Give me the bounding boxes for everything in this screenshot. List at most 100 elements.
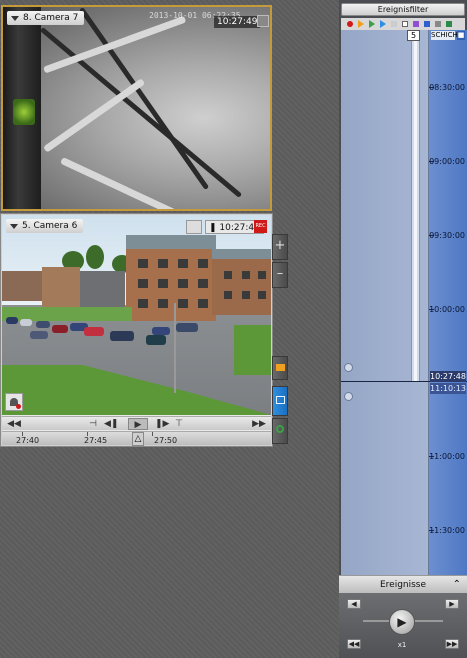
screen-button[interactable] [272, 386, 288, 416]
timeline-cursor-icon[interactable]: △ [132, 432, 144, 446]
scene-window [138, 299, 148, 308]
time-label: 11:00:00 [429, 452, 465, 461]
current-time-label: 10:27:48 [430, 371, 466, 382]
scene-building [80, 271, 125, 307]
timeline-label: 27:50 [154, 436, 178, 445]
blue-icon[interactable] [424, 21, 430, 27]
scene-window [158, 259, 168, 268]
step-forward-frame-icon[interactable]: ⊤ [172, 418, 186, 430]
scene-window [242, 291, 250, 299]
search-icon [276, 425, 284, 433]
scene-car [6, 317, 18, 324]
camera-6-timeline[interactable]: 27:40 27:45 27:50 △ [2, 431, 271, 446]
camera-6-title-text: 5. Camera 6 [22, 221, 78, 231]
step-forward-icon[interactable]: ❚▶ [155, 418, 169, 430]
rewind-icon[interactable]: ◀◀ [347, 639, 361, 649]
dropdown-arrow-icon [10, 224, 18, 229]
fast-forward-icon[interactable]: ▶▶ [252, 418, 266, 430]
scene-car [146, 335, 166, 345]
time-label: 08:30:00 [429, 83, 465, 92]
play-icon[interactable]: ▶ [389, 609, 415, 635]
events-section-header[interactable]: Ereignisse ⌃ [339, 575, 467, 593]
orange-play-icon[interactable] [358, 20, 364, 28]
zoom-out-button[interactable]: – [272, 262, 288, 288]
timeline-tick [152, 432, 153, 436]
orange-monitor-icon [276, 364, 285, 371]
event-player: ◀ ▶ ▶ ◀◀ ▶▶ x1 [339, 593, 467, 658]
speed-label: x1 [397, 641, 407, 649]
play-icon[interactable]: ▶ [128, 418, 148, 430]
forward-icon[interactable]: ▶▶ [445, 639, 459, 649]
red-dot-icon[interactable] [347, 21, 353, 27]
prev-event-icon[interactable]: ◀ [347, 599, 361, 609]
timeline-label: 27:45 [84, 436, 108, 445]
scene-grass [234, 325, 271, 375]
time-label: 09:30:00 [429, 231, 465, 240]
scene-car [84, 327, 104, 336]
schicht-badge: SCHICHT [431, 31, 463, 40]
filter-toolbar [341, 18, 465, 30]
playback-controls: ◀◀ ⊣ ◀❚ ▶ ❚▶ ⊤ ▶▶ [2, 416, 271, 430]
collapse-icon[interactable]: ⌃ [453, 576, 461, 594]
camera-7-title-text: 8. Camera 7 [23, 13, 79, 23]
camera-7-scene-cable [43, 78, 146, 153]
monitor-button[interactable] [272, 356, 288, 380]
white-square-icon[interactable] [402, 21, 408, 27]
camera-7-time: 10:27:49 [214, 16, 261, 28]
scene-window [258, 291, 266, 299]
camera-7-menu-button[interactable] [257, 15, 269, 27]
secondary-time-label: 11:10:13 [430, 383, 466, 394]
scene-car [152, 327, 170, 335]
scene-window [178, 279, 188, 288]
camera-7-scene-cable [39, 27, 243, 198]
green-square-icon[interactable] [446, 21, 452, 27]
time-label: 09:00:00 [429, 157, 465, 166]
purple-icon[interactable] [413, 21, 419, 27]
scene-window [138, 279, 148, 288]
camera-7-view[interactable]: 8. Camera 7 2013-10-01 06:22:35 10:27:49 [1, 5, 272, 211]
timeline-label: 27:40 [16, 436, 40, 445]
rewind-icon[interactable]: ◀◀ [7, 418, 21, 430]
next-event-icon[interactable]: ▶ [445, 599, 459, 609]
camera-6-scene [2, 215, 271, 415]
scene-window [258, 271, 266, 279]
event-panel: Ereignisfilter 5 SCHICHT ■ 08:30:00 09:0… [339, 0, 467, 658]
camera-6-switch-icon[interactable] [186, 220, 202, 234]
scene-car [20, 319, 32, 326]
event-scrollbar[interactable] [411, 30, 420, 382]
scene-window [178, 259, 188, 268]
collapse-circle-icon[interactable] [344, 392, 353, 401]
blue-play-icon[interactable] [380, 20, 386, 28]
scene-window [158, 299, 168, 308]
gray-square-icon[interactable] [435, 21, 441, 27]
dropdown-arrow-icon [11, 16, 19, 21]
green-play-icon[interactable] [369, 20, 375, 28]
scene-grass [2, 365, 271, 415]
scene-tree [86, 245, 104, 269]
scene-car [30, 331, 48, 339]
blue-screen-icon [276, 396, 285, 404]
scene-window [198, 299, 208, 308]
time-axis[interactable]: SCHICHT ■ 08:30:00 09:00:00 09:30:00 10:… [429, 30, 467, 575]
scene-window [198, 259, 208, 268]
minus-icon: – [276, 266, 284, 281]
zoom-in-button[interactable]: + [272, 234, 288, 260]
camera-7-title[interactable]: 8. Camera 7 [7, 11, 85, 25]
scene-lamp-post [174, 303, 176, 393]
event-scrollbar-thumb[interactable] [414, 30, 417, 382]
search-button[interactable] [272, 418, 288, 444]
scene-window [138, 259, 148, 268]
gray-icon[interactable] [391, 21, 397, 27]
plus-icon: + [274, 238, 286, 253]
camera-6-view[interactable]: 5. Camera 6 ❚ 10:27:48 REC ◀◀ ⊣ ◀❚ ▶ ❚▶ … [1, 214, 272, 446]
export-button[interactable] [5, 393, 23, 411]
time-label: 11:30:00 [429, 526, 465, 535]
camera-6-title[interactable]: 5. Camera 6 [6, 219, 84, 233]
pause-icon: ❚ [209, 223, 217, 233]
step-back-frame-icon[interactable]: ⊣ [86, 418, 100, 430]
event-filter-button[interactable]: Ereignisfilter [341, 3, 465, 16]
step-back-icon[interactable]: ◀❚ [104, 418, 118, 430]
scene-window [198, 279, 208, 288]
expand-circle-icon[interactable] [344, 363, 353, 372]
camera-7-scene-light [13, 99, 35, 125]
